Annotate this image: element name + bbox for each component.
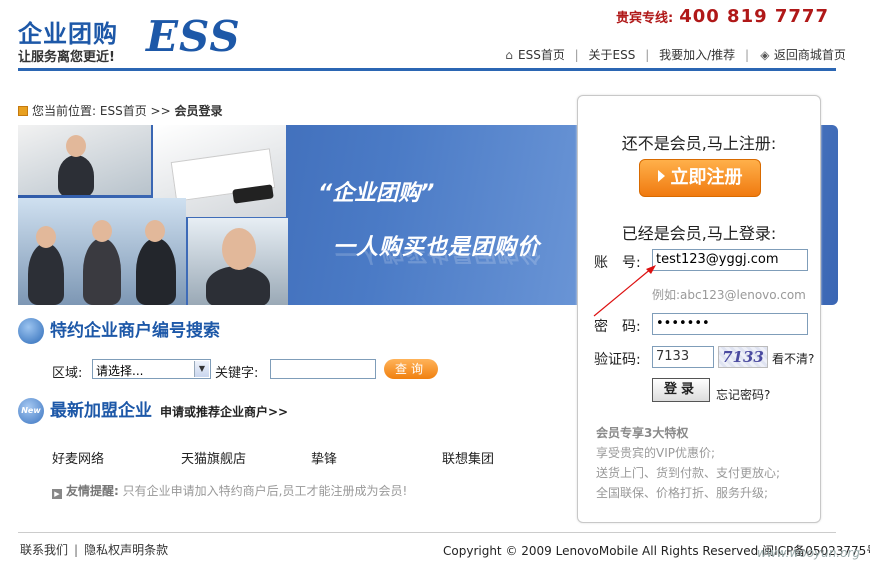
area-label: 区域: [52,366,83,381]
merchant-item[interactable]: 天猫旗舰店 [181,448,246,467]
banner-slogan-reflection: 一人购买也是团购价 [333,251,541,265]
ess-logo[interactable]: 企业团购 让服务离您更近! ESS [18,12,258,65]
captcha-image[interactable]: 7133 [718,346,768,368]
banner-photo-phone-man [188,218,288,305]
captcha-input[interactable]: 7133 [652,346,714,368]
perks-title: 会员专享3大特权 [596,426,689,440]
play-arrow-icon [657,170,665,182]
apply-merchant-link[interactable]: 申请或推荐企业商户>> [160,405,288,419]
breadcrumb-sep: >> [150,104,171,118]
footer-links: 联系我们 | 隐私权声明条款 [20,541,168,558]
perk-item: 送货上门、货到付款、支付更放心; [596,466,781,480]
friendly-reminder: ▶ 友情提醒: 只有企业申请加入特约商户后,员工才能注册成为会员! [52,482,407,499]
banner-slogan-1: “企业团购” [318,181,435,206]
return-icon: ◈ [760,48,770,62]
location-icon [18,106,28,116]
breadcrumb: 您当前位置: ESS首页 >> 会员登录 [18,102,222,119]
logo-cn-text: 企业团购 [18,20,118,48]
hotline-number: 400 819 7777 [679,6,829,27]
password-input[interactable]: ••••••• [652,313,808,335]
breadcrumb-current: 会员登录 [174,104,223,118]
perk-item: 享受贵宾的VIP优惠价; [596,446,716,460]
footer-divider [18,532,836,533]
area-select[interactable]: 请选择... ▼ [92,359,211,379]
captcha-refresh-link[interactable]: 看不清? [772,350,814,367]
hotline-label: 贵宾专线: [616,11,674,26]
login-button[interactable]: 登录 [652,378,710,402]
banner-photo-handshake [18,198,186,305]
privacy-link[interactable]: 隐私权声明条款 [84,543,168,557]
merchant-item[interactable]: 挚锋 [311,448,337,467]
area-selected-value: 请选择... [96,364,144,378]
header-divider [18,68,836,71]
nav-back-to-mall[interactable]: 返回商城首页 [774,48,846,62]
nav-about-ess[interactable]: 关于ESS [589,48,636,62]
query-button[interactable]: 查询 [384,359,438,379]
home-icon: ⌂ [505,48,513,62]
top-nav: ⌂ ESS首页 | 关于ESS | 我要加入/推荐 | ◈ 返回商城首页 [503,46,846,63]
keyword-label: 关键字: [215,366,259,381]
login-prompt: 已经是会员,马上登录: [621,224,777,243]
tip-label: 友情提醒: [66,484,119,498]
logo-ess-text: ESS [146,12,241,61]
nav-divider: | [574,48,579,62]
login-panel: 还不是会员,马上注册: 立即注册 已经是会员,马上登录: 账 号: test12… [577,95,821,523]
register-prompt: 还不是会员,马上注册: [621,134,777,153]
register-button-label: 立即注册 [670,167,743,188]
footer-sep: | [74,543,79,557]
nav-divider: | [744,48,749,62]
forgot-password-link[interactable]: 忘记密码? [716,386,770,403]
new-badge-icon: New [18,398,44,424]
merchant-search-heading: 特约企业商户编号搜索 [18,316,220,344]
logo-slogan: 让服务离您更近! [18,50,115,65]
chevron-down-icon[interactable]: ▼ [194,361,209,377]
nav-ess-home[interactable]: ESS首页 [518,48,565,62]
merchant-search-title: 特约企业商户编号搜索 [50,321,220,341]
merchant-item[interactable]: 联想集团 [442,448,494,467]
password-label: 密 码: [594,319,641,335]
search-globe-icon [18,318,44,344]
breadcrumb-prefix: 您当前位置: [32,104,97,118]
banner-photo-businesswoman [18,125,151,195]
play-icon: ▶ [52,489,62,499]
merchant-item[interactable]: 好麦网络 [52,448,104,467]
perk-item: 全国联保、价格打折、服务升级; [596,486,769,500]
watermark: www.wooyun.org [757,546,861,560]
contact-us-link[interactable]: 联系我们 [20,543,68,557]
account-input[interactable]: test123@yggj.com [652,249,808,271]
nav-divider: | [645,48,650,62]
new-members-title: 最新加盟企业 [50,401,152,421]
hotline: 贵宾专线: 400 819 7777 [616,6,829,27]
account-hint: 例如:abc123@lenovo.com [652,288,806,302]
keyword-input[interactable] [270,359,376,379]
account-label: 账 号: [594,255,641,271]
breadcrumb-home[interactable]: ESS首页 [100,104,147,118]
register-button[interactable]: 立即注册 [639,159,761,197]
nav-join-recommend[interactable]: 我要加入/推荐 [659,48,735,62]
captcha-label: 验证码: [594,352,641,368]
new-members-heading: New 最新加盟企业 申请或推荐企业商户>> [18,396,288,424]
tip-text: 只有企业申请加入特约商户后,员工才能注册成为会员! [122,484,408,498]
